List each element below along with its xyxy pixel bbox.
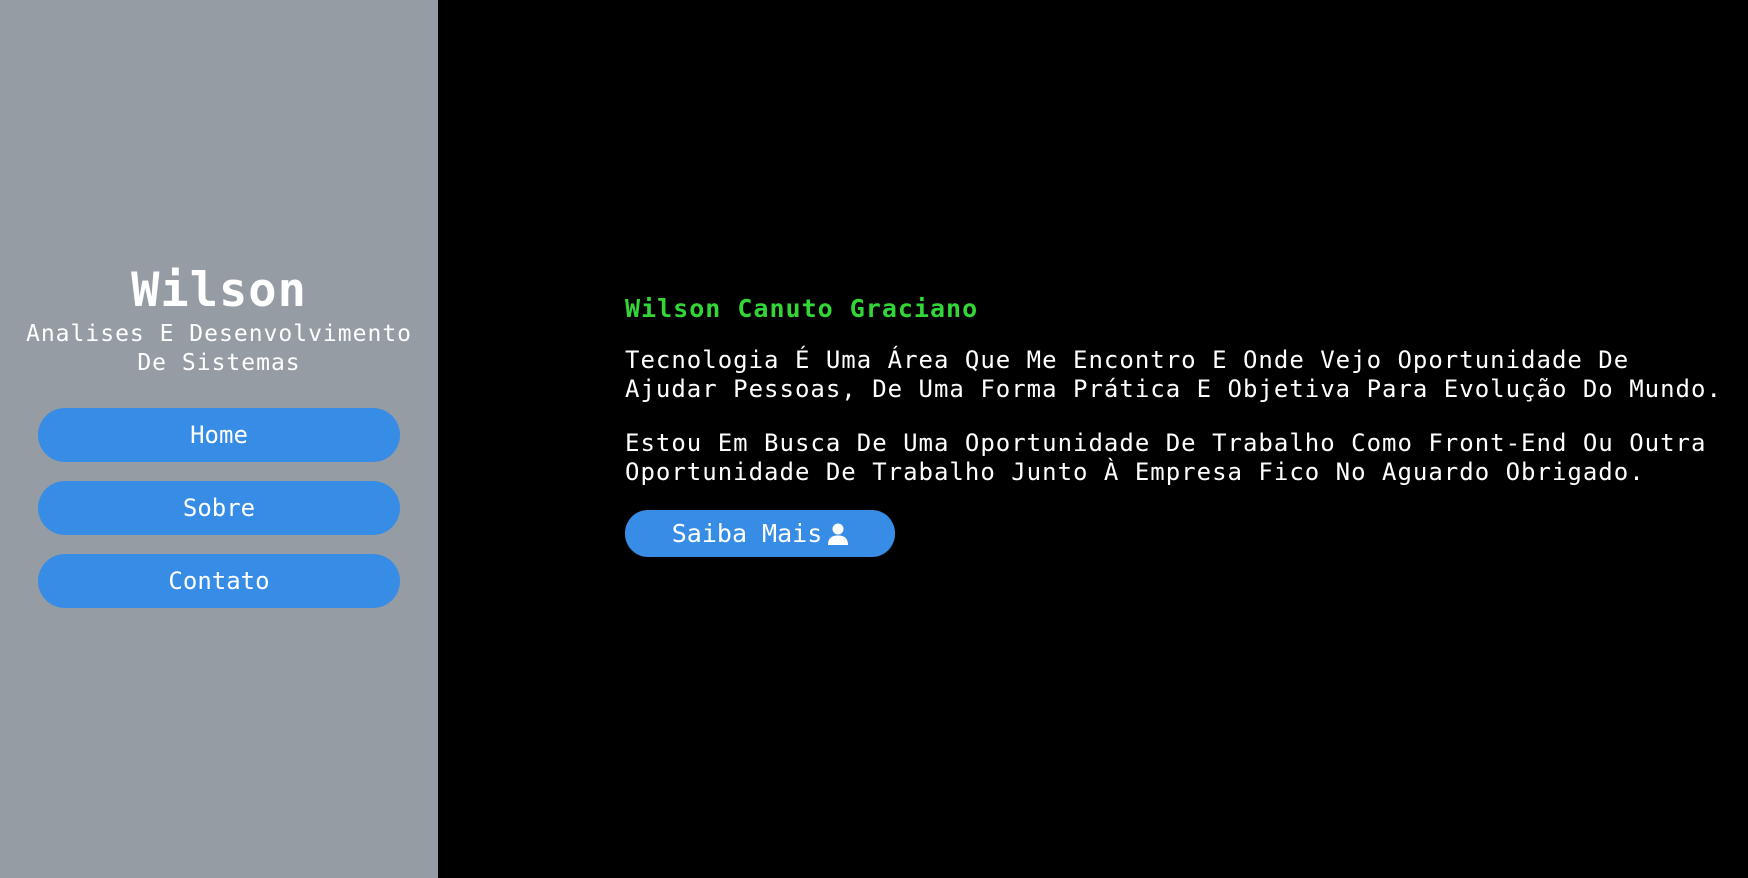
nav-contato-button[interactable]: Contato bbox=[38, 554, 400, 608]
about-paragraph-2: Estou Em Busca De Uma Oportunidade De Tr… bbox=[625, 429, 1707, 486]
nav-sobre-button[interactable]: Sobre bbox=[38, 481, 400, 535]
profile-role: Analises E Desenvolvimento De Sistemas bbox=[25, 321, 413, 376]
nav-home-button[interactable]: Home bbox=[38, 408, 400, 462]
user-icon bbox=[828, 523, 849, 545]
main-content: Wilson Canuto Graciano Tecnologia É Uma … bbox=[438, 0, 1748, 878]
full-name-heading: Wilson Canuto Graciano bbox=[625, 294, 979, 323]
page: Wilson Analises E Desenvolvimento De Sis… bbox=[0, 0, 1748, 878]
saiba-mais-label: Saiba Mais bbox=[671, 519, 823, 548]
about-paragraph-1: Tecnologia É Uma Área Que Me Encontro E … bbox=[625, 346, 1722, 403]
about-section: Wilson Canuto Graciano Tecnologia É Uma … bbox=[625, 292, 1735, 557]
saiba-mais-button[interactable]: Saiba Mais bbox=[625, 510, 895, 557]
sidebar: Wilson Analises E Desenvolvimento De Sis… bbox=[0, 0, 438, 878]
sidebar-nav: Home Sobre Contato bbox=[38, 408, 400, 608]
profile-name: Wilson bbox=[131, 263, 307, 318]
